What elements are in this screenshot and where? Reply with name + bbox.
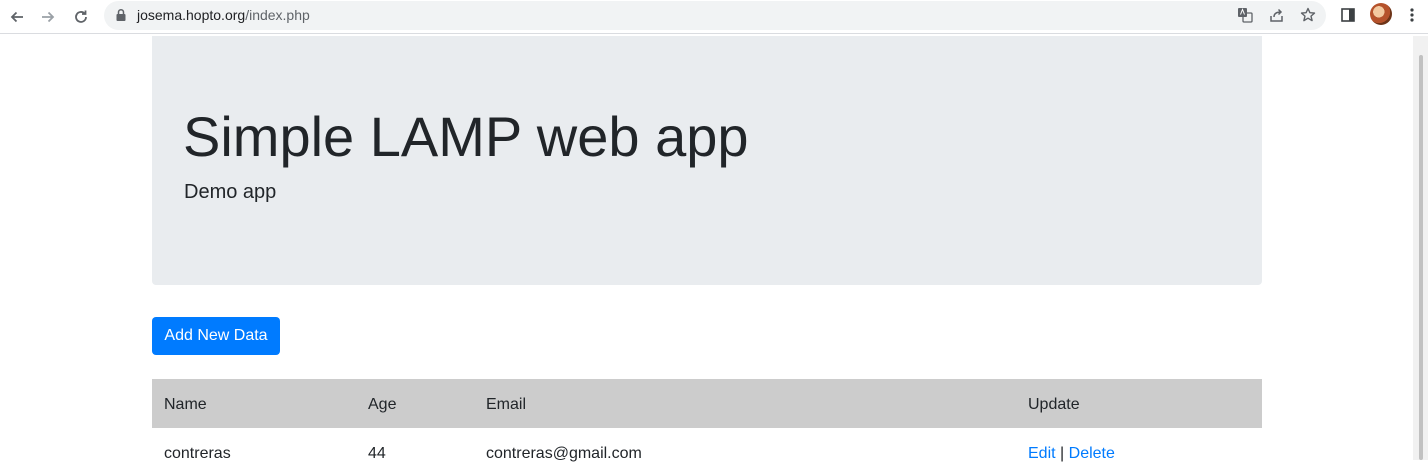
url-host: josema.hopto.org: [137, 7, 246, 23]
page-subtitle: Demo app: [184, 181, 277, 203]
edit-link[interactable]: Edit: [1028, 445, 1056, 462]
column-header-email: Email: [486, 396, 527, 413]
translate-icon[interactable]: [1235, 5, 1255, 25]
url-path: /index.php: [245, 7, 310, 23]
reload-icon[interactable]: [67, 3, 95, 31]
browser-toolbar: josema.hopto.org/index.php: [0, 0, 1428, 34]
cell-name: contreras: [164, 445, 231, 462]
cell-age: 44: [368, 445, 386, 462]
cell-email: contreras@gmail.com: [486, 445, 642, 462]
page-title: Simple LAMP web app: [183, 105, 749, 168]
link-separator: |: [1060, 445, 1065, 462]
back-arrow-icon[interactable]: [3, 3, 31, 31]
bookmark-star-icon[interactable]: [1298, 5, 1318, 25]
delete-link[interactable]: Delete: [1069, 445, 1115, 462]
column-header-age: Age: [368, 396, 397, 413]
cell-update: Edit | Delete: [1028, 444, 1115, 464]
forward-arrow-icon[interactable]: [34, 3, 62, 31]
profile-avatar[interactable]: [1370, 3, 1392, 25]
column-header-update: Update: [1028, 396, 1080, 413]
side-panel-icon[interactable]: [1338, 5, 1358, 25]
lock-icon[interactable]: [111, 5, 131, 25]
column-header-name: Name: [164, 396, 207, 413]
url-text[interactable]: josema.hopto.org/index.php: [137, 6, 310, 24]
share-icon[interactable]: [1267, 5, 1287, 25]
table-header: [152, 379, 1262, 428]
add-new-data-button[interactable]: Add New Data: [152, 317, 280, 355]
more-menu-icon[interactable]: [1402, 5, 1422, 25]
scrollbar-thumb[interactable]: [1419, 55, 1423, 460]
